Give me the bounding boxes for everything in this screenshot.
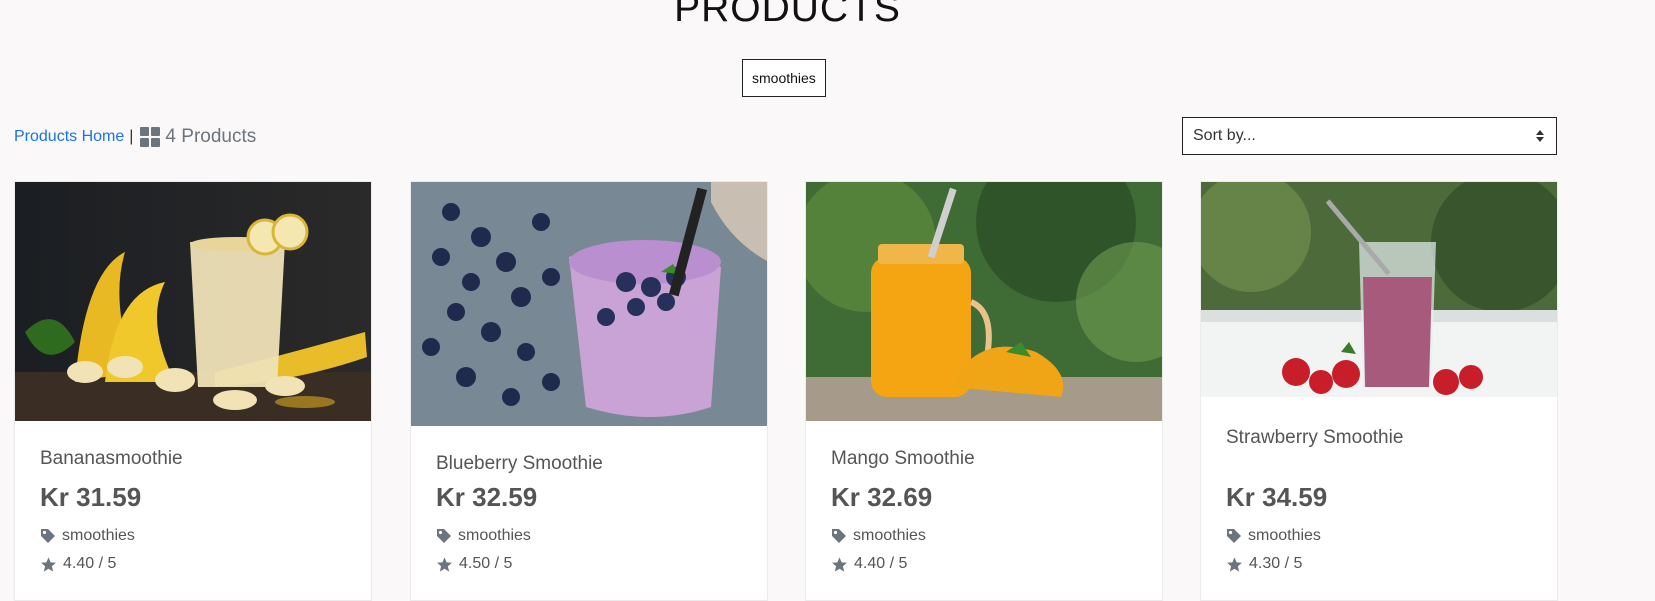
product-rating-value: 4.40 / 5 bbox=[854, 555, 908, 572]
product-count: 4 Products bbox=[165, 126, 257, 147]
star-icon bbox=[437, 556, 452, 572]
product-rating: 4.50 / 5 bbox=[436, 555, 512, 573]
products-home-link[interactable]: Products Home bbox=[14, 128, 124, 146]
product-price: Kr 34.59 bbox=[1226, 482, 1328, 512]
product-price: Kr 32.69 bbox=[831, 482, 933, 512]
product-category[interactable]: smoothies bbox=[831, 527, 926, 545]
product-category-label: smoothies bbox=[458, 527, 531, 544]
star-icon bbox=[41, 556, 56, 572]
sort-select[interactable]: Sort by... bbox=[1182, 117, 1557, 155]
star-icon bbox=[1227, 556, 1242, 572]
product-rating-value: 4.30 / 5 bbox=[1249, 555, 1303, 572]
product-image[interactable] bbox=[806, 182, 1162, 421]
product-price: Kr 32.59 bbox=[436, 482, 538, 512]
tag-filter-button[interactable]: smoothies bbox=[742, 59, 826, 97]
product-category[interactable]: smoothies bbox=[436, 527, 531, 545]
product-name[interactable]: Blueberry Smoothie bbox=[436, 453, 603, 475]
product-rating: 4.40 / 5 bbox=[40, 555, 116, 573]
product-image[interactable] bbox=[411, 182, 767, 426]
product-card[interactable]: Bananasmoothie Kr 31.59 smoothies 4.40 /… bbox=[14, 181, 372, 601]
tag-icon bbox=[1227, 529, 1241, 543]
product-name[interactable]: Mango Smoothie bbox=[831, 448, 975, 470]
product-image[interactable] bbox=[1201, 182, 1557, 397]
product-image[interactable] bbox=[15, 182, 371, 421]
product-rating-value: 4.50 / 5 bbox=[459, 555, 513, 572]
star-icon bbox=[832, 556, 847, 572]
breadcrumb: Products Home | 4 Products bbox=[14, 126, 256, 148]
product-name[interactable]: Strawberry Smoothie bbox=[1226, 427, 1403, 449]
product-card[interactable]: Blueberry Smoothie Kr 32.59 smoothies 4.… bbox=[410, 181, 768, 601]
product-name[interactable]: Bananasmoothie bbox=[40, 448, 183, 470]
breadcrumb-separator: | bbox=[129, 128, 134, 145]
product-category[interactable]: smoothies bbox=[1226, 527, 1321, 545]
product-rating: 4.40 / 5 bbox=[831, 555, 907, 573]
product-card[interactable]: Strawberry Smoothie Kr 34.59 smoothies 4… bbox=[1200, 181, 1558, 601]
product-rating: 4.30 / 5 bbox=[1226, 555, 1302, 573]
tag-icon bbox=[41, 529, 55, 543]
product-price: Kr 31.59 bbox=[40, 482, 142, 512]
product-category-label: smoothies bbox=[853, 527, 926, 544]
sort-select-label: Sort by... bbox=[1193, 127, 1256, 144]
product-card[interactable]: Mango Smoothie Kr 32.69 smoothies 4.40 /… bbox=[805, 181, 1163, 601]
product-category[interactable]: smoothies bbox=[40, 527, 135, 545]
sort-arrows-icon bbox=[1536, 130, 1544, 142]
page-title: PRODUCTS bbox=[674, 0, 901, 30]
product-category-label: smoothies bbox=[62, 527, 135, 544]
product-rating-value: 4.40 / 5 bbox=[63, 555, 117, 572]
product-category-label: smoothies bbox=[1248, 527, 1321, 544]
tag-icon bbox=[437, 529, 451, 543]
grid-icon bbox=[140, 127, 161, 147]
tag-icon bbox=[832, 529, 846, 543]
